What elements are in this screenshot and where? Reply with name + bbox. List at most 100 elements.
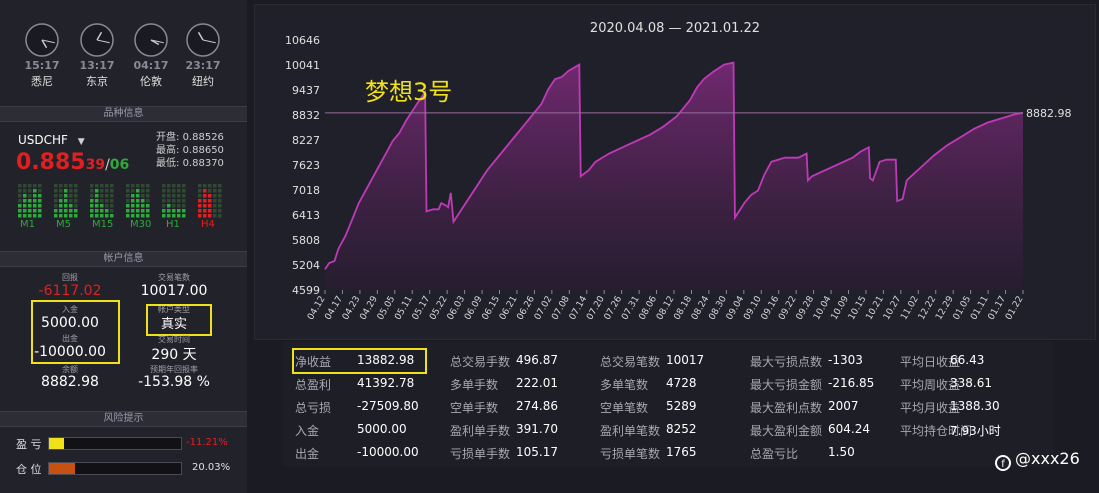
indicator-cell [95, 194, 99, 198]
watermark-logo-icon: f [995, 455, 1011, 471]
stat-value: -216.85 [828, 376, 875, 390]
indicator-cell [59, 199, 63, 203]
indicator-cell [59, 189, 63, 193]
indicator-cell [141, 204, 145, 208]
indicator-cell [74, 199, 78, 203]
indicator-cell [69, 199, 73, 203]
indicator-cell [74, 184, 78, 188]
indicator-cell [38, 184, 42, 188]
last-value-label: 8882.98 [1026, 107, 1072, 120]
indicator-cell [208, 184, 212, 188]
indicator-cell [23, 189, 27, 193]
indicator-cell [162, 209, 166, 213]
indicator-cell [59, 209, 63, 213]
clock-face-icon [80, 23, 114, 57]
clock-london: 04:17 伦敦 [131, 22, 171, 89]
price-sub-b: 06 [109, 157, 130, 173]
stat-label: 总盈亏比 [750, 447, 799, 461]
indicator-cell [74, 204, 78, 208]
indicator-cell [64, 209, 68, 213]
indicator-cell [177, 214, 181, 218]
indicator-cell [54, 194, 58, 198]
indicator-cell [131, 209, 135, 213]
chart-title: 2020.04.08 — 2021.01.22 [590, 21, 760, 36]
stat-value: 274.86 [516, 399, 558, 413]
indicator-cell [100, 199, 104, 203]
indicator-cell [64, 204, 68, 208]
pl-bar [48, 437, 182, 450]
indicator-cell [90, 214, 94, 218]
stat-label: 最大盈利金额 [750, 424, 823, 438]
indicator-cell [146, 204, 150, 208]
indicator-cell [198, 214, 202, 218]
highlight-box-type [146, 304, 212, 336]
indicator-cell [167, 189, 171, 193]
symbol-select[interactable]: USDCHF ▼ [18, 133, 85, 147]
tf-m15[interactable]: M15 [92, 219, 113, 230]
indicator-cell [141, 214, 145, 218]
indicator-cell [213, 184, 217, 188]
indicator-cell [218, 189, 222, 193]
tf-h4[interactable]: H4 [201, 219, 215, 230]
y-tick-label: 7623 [292, 159, 320, 172]
indicator-cell [38, 189, 42, 193]
stat-label: 最大亏损点数 [750, 355, 823, 369]
indicator-cell [38, 194, 42, 198]
indicator-cell [136, 199, 140, 203]
indicator-cell [172, 214, 176, 218]
indicator-cell [64, 194, 68, 198]
indicator-cell [162, 199, 166, 203]
indicator-cell [54, 209, 58, 213]
clock-newyork: 23:17 纽约 [183, 22, 223, 89]
indicator-cell [208, 214, 212, 218]
pos-label: 仓 位 [16, 463, 42, 476]
y-tick-label: 4599 [292, 284, 320, 297]
stat-label: 盈利单手数 [450, 424, 511, 438]
indicator-cell [18, 214, 22, 218]
indicator-cell [172, 184, 176, 188]
indicator-cell [213, 209, 217, 213]
indicator-cell [218, 209, 222, 213]
indicator-cell [203, 194, 207, 198]
indicator-cell [177, 199, 181, 203]
indicator-cell [105, 204, 109, 208]
indicator-cell [59, 214, 63, 218]
pos-bar-fill [49, 463, 76, 474]
indicator-cell [136, 209, 140, 213]
clock-city: 纽约 [192, 75, 214, 88]
indicator-cell [218, 214, 222, 218]
indicator-cell [218, 194, 222, 198]
stat-value: 222.01 [516, 376, 558, 390]
indicator-cell [69, 214, 73, 218]
stat-value: 10017 [666, 353, 705, 367]
tf-m30[interactable]: M30 [130, 219, 151, 230]
tf-m5[interactable]: M5 [56, 219, 71, 230]
indicator-cell [203, 199, 207, 203]
stat-value: 1.50 [828, 445, 855, 459]
indicator-cell [208, 194, 212, 198]
clock-time: 15:17 [24, 59, 60, 72]
indicator-cell [203, 204, 207, 208]
stat-label: 亏损单笔数 [600, 447, 661, 461]
indicator-cell [182, 184, 186, 188]
tf-h1[interactable]: H1 [166, 219, 180, 230]
indicator-cell [126, 209, 130, 213]
stat-value: 5289 [666, 399, 697, 413]
y-tick-label: 8832 [292, 109, 320, 122]
indicator-cell [18, 194, 22, 198]
indicator-cell [54, 204, 58, 208]
tf-m1[interactable]: M1 [20, 219, 35, 230]
high-value: 0.88650 [182, 145, 224, 156]
equity-chart-svg: 2020.04.08 — 2021.01.22 4599 5204 5808 6413… [285, 21, 1072, 322]
y-tick-label: 5204 [292, 259, 320, 272]
stat-value: 2007 [828, 399, 859, 413]
indicator-cell [28, 184, 32, 188]
indicator-cell [177, 194, 181, 198]
indicator-cell [105, 209, 109, 213]
indicator-cell [167, 214, 171, 218]
indicator-cell [110, 204, 114, 208]
stat-label: 总交易手数 [450, 355, 511, 369]
indicator-cell [213, 189, 217, 193]
indicator-cell [177, 209, 181, 213]
indicator-cell [198, 189, 202, 193]
